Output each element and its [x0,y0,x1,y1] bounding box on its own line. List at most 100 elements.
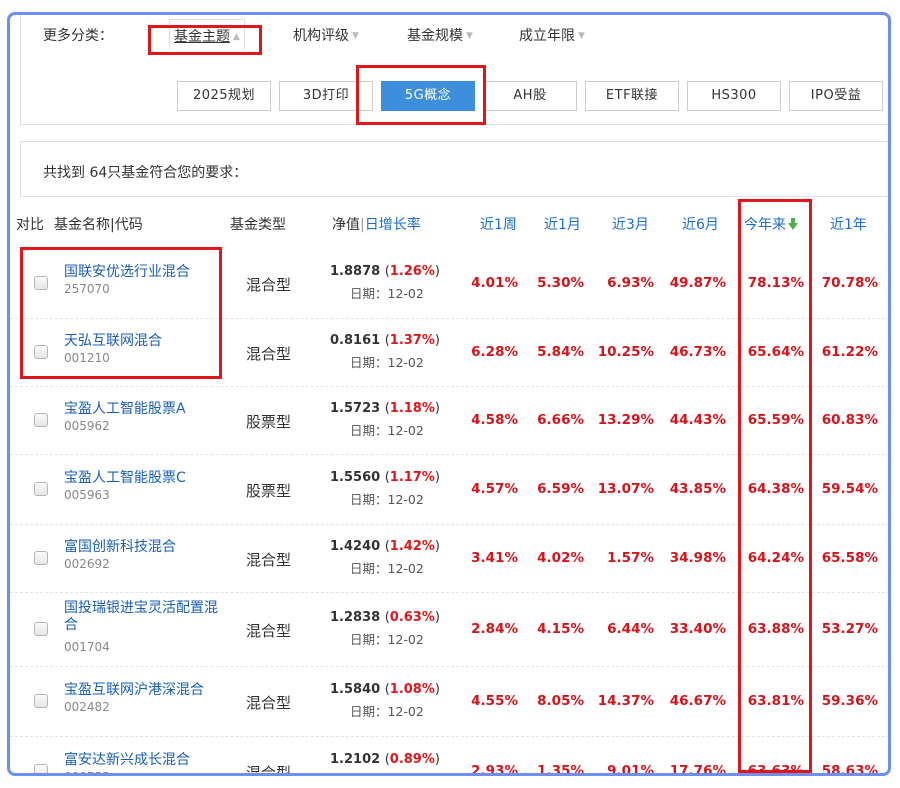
col-nav-group: 净值|日增长率 [332,214,421,234]
return-w1: 2.93% [471,763,518,776]
fund-name-link[interactable]: 国投瑞银进宝灵活配置混合 [64,600,224,634]
nav-value: 1.5560 [330,470,381,485]
caret-up-icon: ▲ [233,32,240,42]
fund-name-link[interactable]: 宝盈互联网沪港深混合 [64,682,224,699]
return-m6: 33.40% [669,621,726,637]
daily-growth: 0.63% [389,610,435,625]
caret-down-icon: ▼ [578,31,585,41]
compare-checkbox[interactable] [34,694,48,708]
date-value: 12-02 [387,286,424,301]
table-row: 宝盈互联网沪港深混合 002482 混合型 1.5840 (1.08%) 日期：… [10,667,888,737]
fund-name-link[interactable]: 富安达新兴成长混合 [64,752,224,769]
col-name-code[interactable]: 基金名称|代码 [54,214,143,234]
return-m3: 10.25% [597,344,654,360]
result-summary: 共找到 64只基金符合您的要求： [20,141,888,197]
fund-name-link[interactable]: 国联安优选行业混合 [64,264,224,281]
tag-ipo[interactable]: IPO受益 [789,81,883,111]
return-ytd: 64.38% [747,481,804,497]
fund-code: 000755 [64,770,110,773]
tag-etf-link[interactable]: ETF联接 [585,81,679,111]
nav-value: 1.8878 [330,264,381,279]
return-m6: 44.43% [669,412,726,428]
return-m3: 6.44% [607,621,654,637]
return-y1: 58.63% [821,763,878,776]
compare-checkbox[interactable] [34,551,48,565]
summary-prefix: 共找到 [43,165,85,181]
tab-label: 基金主题 [174,29,230,45]
fund-name-link[interactable]: 天弘互联网混合 [64,333,224,350]
fund-name-link[interactable]: 宝盈人工智能股票C [64,470,224,487]
return-m1: 1.35% [537,763,584,776]
col-month1[interactable]: 近1月 [544,214,581,234]
fund-code: 005963 [64,488,110,502]
summary-text: 共找到 64只基金符合您的要求： [43,162,247,182]
fund-code: 001210 [64,351,110,365]
fund-name-link[interactable]: 宝盈人工智能股票A [64,401,224,418]
daily-growth: 1.18% [389,401,435,416]
return-m1: 5.84% [537,344,584,360]
summary-suffix: 只基金符合您的要求： [107,165,248,181]
caret-down-icon: ▼ [352,31,359,41]
return-m3: 6.93% [607,275,654,291]
date-value: 12-02 [387,632,424,647]
nav-date: 日期：12-02 [350,558,424,577]
compare-checkbox[interactable] [34,482,48,496]
return-w1: 4.01% [471,275,518,291]
tag-ah-share[interactable]: AH股 [483,81,577,111]
nav-value-line: 1.5840 (1.08%) [330,682,440,697]
paren-close: ) [434,333,440,348]
table-row: 宝盈人工智能股票A 005962 股票型 1.5723 (1.18%) 日期：1… [10,387,888,455]
tag-hs300[interactable]: HS300 [687,81,781,111]
tab-label: 机构评级 [293,28,349,44]
date-value: 12-02 [388,774,424,776]
col-type[interactable]: 基金类型 [230,214,286,234]
paren-close: ) [434,610,440,625]
nav-value: 1.5840 [330,682,381,697]
nav-value: 0.8161 [330,333,381,348]
tab-established-years[interactable]: 成立年限 ▼ [519,25,585,45]
return-w1: 4.58% [471,412,518,428]
fund-code: 002692 [64,557,110,571]
return-ytd: 64.24% [747,550,804,566]
col-month6[interactable]: 近6月 [682,214,719,234]
nav-value-line: 1.8878 (1.26%) [330,264,440,279]
tag-3d-print[interactable]: 3D打印 [279,81,373,111]
paren-close: ) [434,752,440,767]
return-m6: 49.87% [669,275,726,291]
nav-date: 日期：12-02 [350,352,424,371]
daily-growth: 1.17% [389,470,435,485]
tab-fund-theme[interactable]: 基金主题 ▲ [169,19,245,49]
screenshot-frame: 更多分类： 基金主题 ▲ 机构评级 ▼ 基金规模 ▼ 成立年限 ▼ 2025规划 3D打… [7,12,891,776]
col-year1[interactable]: 近1年 [830,214,867,234]
return-ytd: 65.59% [747,412,804,428]
tab-rating[interactable]: 机构评级 ▼ [293,25,359,45]
compare-checkbox[interactable] [34,413,48,427]
date-prefix: 日期： [350,286,388,301]
compare-checkbox[interactable] [34,345,48,359]
tab-fund-size[interactable]: 基金规模 ▼ [407,25,473,45]
col-nav[interactable]: 净值 [332,217,360,233]
fund-name-link[interactable]: 富国创新科技混合 [64,539,224,556]
return-y1: 61.22% [821,344,878,360]
return-y1: 70.78% [821,275,878,291]
col-week1[interactable]: 近1周 [480,214,517,234]
tag-2025-plan[interactable]: 2025规划 [177,81,271,111]
date-value: 12-02 [387,704,424,719]
sort-desc-icon [788,218,798,230]
nav-date: 日期：12-02 [350,420,424,439]
compare-checkbox[interactable] [34,764,48,773]
return-m3: 9.01% [607,763,654,776]
col-daily-growth[interactable]: 日增长率 [365,217,421,233]
return-ytd: 65.64% [747,344,804,360]
return-m3: 1.57% [607,550,654,566]
daily-growth: 1.37% [389,333,435,348]
return-m1: 4.15% [537,621,584,637]
compare-checkbox[interactable] [34,276,48,290]
tag-5g-concept[interactable]: 5G概念 [381,81,475,111]
fund-type: 股票型 [246,413,292,431]
tab-label: 基金规模 [407,28,463,44]
compare-checkbox[interactable] [34,622,48,636]
col-month3[interactable]: 近3月 [612,214,649,234]
col-ytd[interactable]: 今年来 [744,214,798,234]
return-ytd: 63.81% [747,693,804,709]
